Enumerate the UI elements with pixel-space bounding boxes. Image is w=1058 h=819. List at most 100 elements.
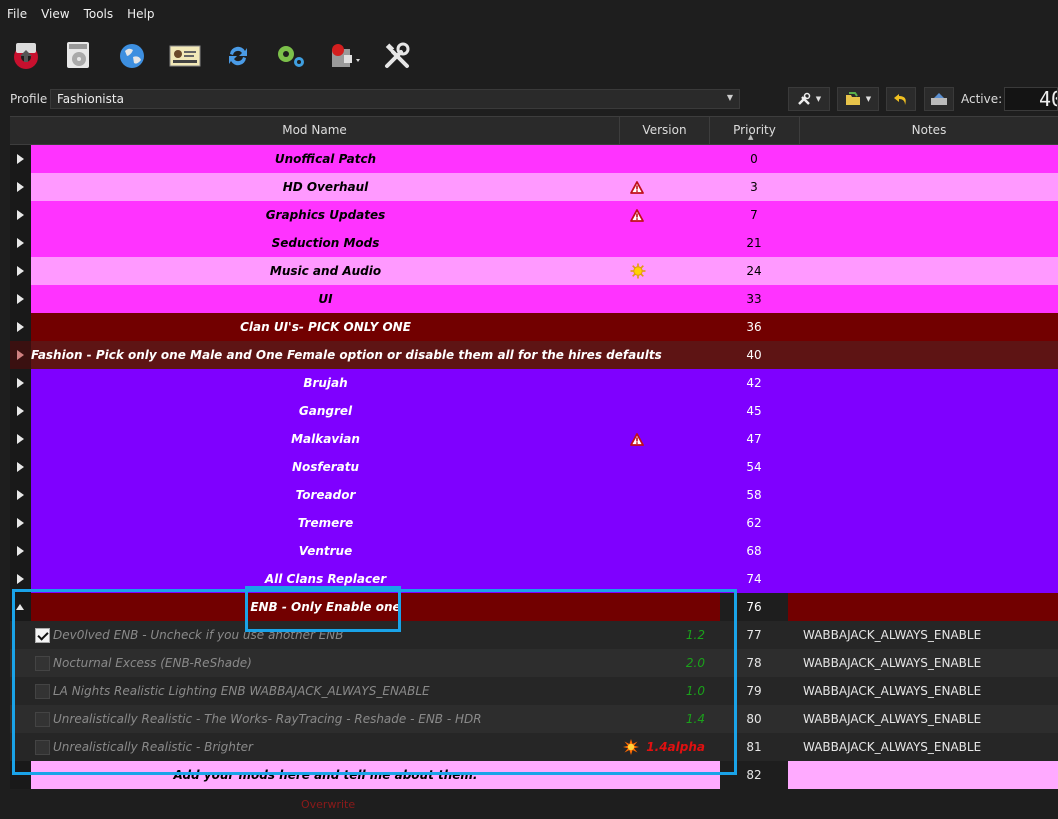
separator-row[interactable]: Brujah 42 — [10, 369, 1058, 397]
separator-title: Clan UI's- PICK ONLY ONE — [240, 320, 411, 334]
separator-title: Seduction Mods — [271, 236, 380, 250]
expand-arrow-icon — [17, 322, 24, 332]
priority-cell: 21 — [720, 229, 788, 257]
install-mod-icon[interactable] — [8, 38, 44, 74]
separator-title: Unoffical Patch — [274, 152, 377, 166]
create-backup-button[interactable] — [924, 87, 954, 111]
warning-icon[interactable] — [620, 173, 720, 201]
wrench-icon — [797, 92, 811, 105]
expand-toggle[interactable] — [10, 537, 31, 565]
separator-row[interactable]: Nosferatu 54 — [10, 453, 1058, 481]
mod-notes: WABBAJACK_ALWAYS_ENABLE — [803, 628, 982, 642]
separator-row[interactable]: Tremere 62 — [10, 509, 1058, 537]
expand-arrow-icon — [17, 182, 24, 192]
separator-row[interactable]: Clan UI's- PICK ONLY ONE 36 — [10, 313, 1058, 341]
mod-notes: WABBAJACK_ALWAYS_ENABLE — [803, 656, 982, 670]
expand-toggle[interactable] — [10, 201, 31, 229]
separator-title: Brujah — [303, 376, 348, 390]
expand-arrow-icon — [17, 238, 24, 248]
highlight-box-enb-mods — [12, 589, 737, 775]
expand-toggle[interactable] — [10, 509, 31, 537]
expand-toggle[interactable] — [10, 145, 31, 173]
main-toolbar — [0, 28, 1058, 84]
expand-toggle[interactable] — [10, 229, 31, 257]
separator-row[interactable]: UI 33 — [10, 285, 1058, 313]
menu-file[interactable]: File — [0, 7, 34, 21]
executables-icon[interactable] — [326, 38, 362, 74]
archive-tools-button[interactable]: ▼ — [788, 87, 830, 111]
separator-row[interactable]: Seduction Mods 21 — [10, 229, 1058, 257]
separator-title: Graphics Updates — [265, 208, 386, 222]
priority-cell: 62 — [720, 509, 788, 537]
expand-toggle[interactable] — [10, 341, 31, 369]
separator-row[interactable]: Fashion - Pick only one Male and One Fem… — [10, 341, 1058, 369]
warning-icon[interactable] — [620, 425, 720, 453]
chevron-down-icon: ▼ — [726, 93, 733, 102]
separator-title: Malkavian — [291, 432, 360, 446]
priority-cell: 42 — [720, 369, 788, 397]
menu-tools[interactable]: Tools — [77, 7, 121, 21]
sun-icon[interactable] — [620, 257, 720, 285]
active-label: Active: — [961, 92, 1003, 106]
separator-row[interactable]: Unoffical Patch 0 — [10, 145, 1058, 173]
expand-toggle[interactable] — [10, 397, 31, 425]
expand-arrow-icon — [17, 210, 24, 220]
separator-title: Fashion - Pick only one Male and One Fem… — [31, 348, 662, 362]
priority-cell: 45 — [720, 397, 788, 425]
separator-title: Music and Audio — [269, 264, 382, 278]
expand-toggle[interactable] — [10, 313, 31, 341]
separator-row[interactable]: Gangrel 45 — [10, 397, 1058, 425]
separator-row[interactable]: Ventrue 68 — [10, 537, 1058, 565]
expand-arrow-icon — [17, 350, 24, 360]
open-folder-button[interactable]: ▼ — [837, 87, 879, 111]
separator-row[interactable]: Graphics Updates 7 — [10, 201, 1058, 229]
refresh-icon[interactable] — [220, 38, 256, 74]
menu-view[interactable]: View — [34, 7, 76, 21]
expand-toggle[interactable] — [10, 425, 31, 453]
expand-toggle[interactable] — [10, 369, 31, 397]
restore-backup-button[interactable] — [886, 87, 916, 111]
profile-card-icon[interactable] — [167, 38, 203, 74]
separator-row[interactable]: Music and Audio 24 — [10, 257, 1058, 285]
priority-cell: 68 — [720, 537, 788, 565]
mod-notes: WABBAJACK_ALWAYS_ENABLE — [803, 740, 982, 754]
chevron-down-icon: ▼ — [865, 95, 872, 103]
sort-indicator-icon: ▲ — [748, 133, 754, 141]
separator-row[interactable]: Malkavian 47 — [10, 425, 1058, 453]
column-mod-name[interactable]: Mod Name — [10, 117, 620, 145]
column-notes[interactable]: Notes — [800, 117, 1058, 145]
tools-icon[interactable] — [379, 38, 415, 74]
mod-notes: WABBAJACK_ALWAYS_ENABLE — [803, 712, 982, 726]
menu-help[interactable]: Help — [120, 7, 161, 21]
expand-toggle[interactable] — [10, 173, 31, 201]
overwrite-row[interactable]: Overwrite — [301, 798, 355, 811]
warning-icon[interactable] — [620, 201, 720, 229]
profile-select[interactable]: Fashionista ▼ — [50, 89, 740, 109]
priority-cell: 47 — [720, 425, 788, 453]
column-version[interactable]: Version — [620, 117, 710, 145]
expand-toggle[interactable] — [10, 453, 31, 481]
column-priority[interactable]: Priority — [710, 117, 800, 145]
expand-arrow-icon — [17, 294, 24, 304]
active-count: 40 — [1004, 87, 1058, 111]
backup-icon — [931, 93, 947, 105]
separator-title: Ventrue — [298, 544, 353, 558]
disc-icon[interactable] — [61, 38, 97, 74]
globe-icon[interactable] — [114, 38, 150, 74]
profile-bar: Profile Fashionista ▼ ▼ ▼ Active: 40 — [0, 86, 1058, 112]
expand-toggle[interactable] — [10, 285, 31, 313]
expand-arrow-icon — [17, 434, 24, 444]
expand-arrow-icon — [17, 406, 24, 416]
expand-toggle[interactable] — [10, 481, 31, 509]
separator-row[interactable]: HD Overhaul 3 — [10, 173, 1058, 201]
expand-arrow-icon — [17, 574, 24, 584]
chevron-down-icon: ▼ — [815, 95, 822, 103]
expand-arrow-icon — [17, 462, 24, 472]
mod-notes: WABBAJACK_ALWAYS_ENABLE — [803, 684, 982, 698]
separator-row[interactable]: Toreador 58 — [10, 481, 1058, 509]
priority-cell: 7 — [720, 201, 788, 229]
separator-title: Nosferatu — [291, 460, 360, 474]
priority-cell: 33 — [720, 285, 788, 313]
gears-icon[interactable] — [273, 38, 309, 74]
expand-toggle[interactable] — [10, 257, 31, 285]
